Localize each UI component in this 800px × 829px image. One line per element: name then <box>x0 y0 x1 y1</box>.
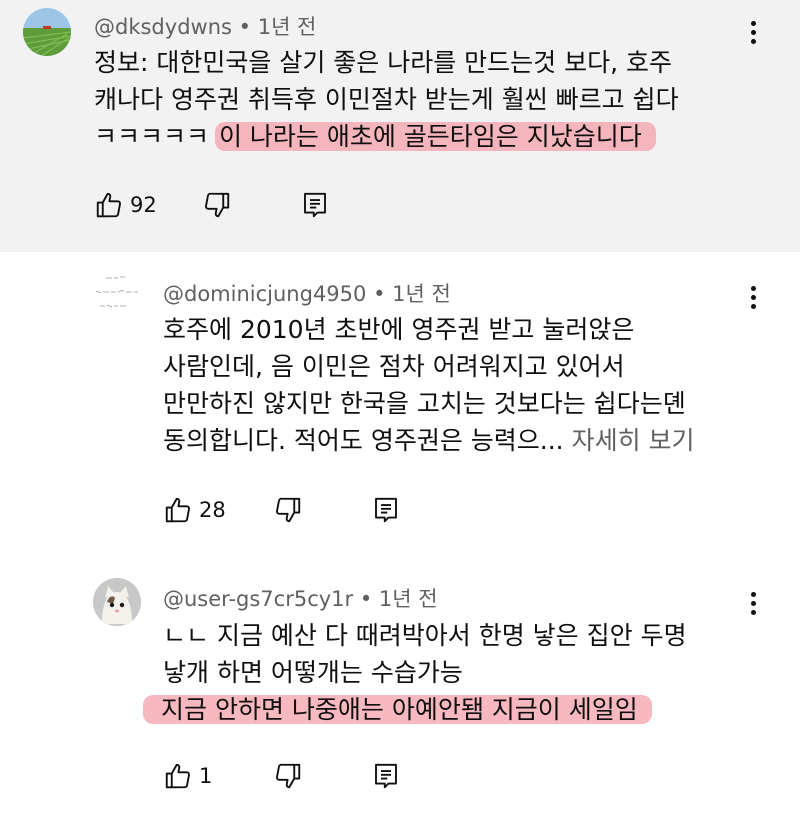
comment-text-line: 정보: 대한민국을 살기 좋은 나라를 만드는것 보다, 호주 <box>94 48 672 77</box>
comment-author[interactable]: @user-gs7cr5cy1r • 1년 전 <box>163 583 438 613</box>
comment-text-line: 캐나다 영주권 취득후 이민절차 받는게 훨씬 빠르고 쉽다 <box>94 85 679 114</box>
thumbs-up-icon <box>165 497 190 523</box>
dislike-button[interactable] <box>273 759 303 793</box>
thumbs-up-icon <box>165 763 190 789</box>
like-button[interactable]: 1 <box>163 759 212 793</box>
like-count: 1 <box>199 764 213 788</box>
comment-text-line: ㄴㄴ 지금 예산 다 때려박아서 한명 낳은 집안 두명 <box>163 621 687 650</box>
dislike-button[interactable] <box>202 188 232 222</box>
comment-menu-button[interactable] <box>749 592 757 616</box>
comment-text-line: 만만하진 않지만 한국을 고치는 것보다는 쉽다는뎬 <box>163 389 686 418</box>
comment-text: 호주에 2010년 초반에 영주권 받고 눌러앉은 사람인데, 음 이민은 점차… <box>163 311 695 459</box>
comment-time: • 1년 전 <box>359 587 438 611</box>
author-handle[interactable]: @dominicjung4950 <box>163 282 366 306</box>
avatar[interactable] <box>23 8 71 56</box>
read-more-link[interactable]: 자세히 보기 <box>572 426 695 455</box>
comment-text: ㄴㄴ 지금 예산 다 때려박아서 한명 낳은 집안 두명 낳개 하면 어떻개는 … <box>143 617 687 728</box>
comment-author[interactable]: @dominicjung4950 • 1년 전 <box>163 278 451 308</box>
comment-text-line: 동의합니다. 적어도 영주권은 능력으... <box>163 426 564 455</box>
comment-text: 정보: 대한민국을 살기 좋은 나라를 만드는것 보다, 호주 캐나다 영주권 … <box>94 44 679 155</box>
comment-menu-button[interactable] <box>749 21 757 45</box>
avatar[interactable] <box>92 270 142 320</box>
author-handle[interactable]: @user-gs7cr5cy1r <box>163 587 353 611</box>
comment-text-line: 낳개 하면 어떻개는 수습가능 <box>163 658 463 687</box>
comment-time: • 1년 전 <box>373 282 451 306</box>
reply-button[interactable] <box>371 493 401 527</box>
like-button[interactable]: 92 <box>94 188 157 222</box>
comment-text-line: 호주에 2010년 초반에 영주권 받고 눌러앉은 <box>163 315 635 344</box>
like-button[interactable]: 28 <box>163 493 226 527</box>
reply-item: @dominicjung4950 • 1년 전 호주에 2010년 초반에 영주… <box>0 252 800 552</box>
thumbs-down-icon <box>276 497 301 523</box>
comment-text-line: 사람인데, 음 이민은 점차 어려워지고 있어서 <box>163 352 625 381</box>
math-formula-icon <box>95 276 138 308</box>
comment-item: @dksdydwns • 1년 전 정보: 대한민국을 살기 좋은 나라를 만드… <box>0 0 800 252</box>
reply-comment-icon <box>375 497 397 523</box>
comment-actions: 28 <box>163 493 463 527</box>
thumbs-up-icon <box>96 192 121 218</box>
comment-actions: 1 <box>163 759 463 793</box>
like-count: 92 <box>130 193 157 217</box>
thumbs-down-icon <box>205 192 230 218</box>
reply-item: @user-gs7cr5cy1r • 1년 전 ㄴㄴ 지금 예산 다 때려박아서… <box>0 560 800 829</box>
cat-avatar-icon <box>93 578 141 626</box>
comment-text-line: ㅋㅋㅋㅋㅋ <box>94 122 210 151</box>
comment-menu-button[interactable] <box>749 286 757 310</box>
comment-actions: 92 <box>94 188 394 222</box>
thumbs-down-icon <box>276 763 301 789</box>
like-count: 28 <box>199 498 226 522</box>
highlighted-text: 지금 안하면 나중애는 아예안됌 지금이 세일임 <box>143 695 652 724</box>
highlighted-text: 이 나라는 애초에 골든타임은 지났습니다 <box>214 122 656 151</box>
comment-author[interactable]: @dksdydwns • 1년 전 <box>94 11 316 41</box>
reply-button[interactable] <box>300 188 330 222</box>
reply-comment-icon <box>375 763 397 789</box>
dislike-button[interactable] <box>273 493 303 527</box>
field-landscape-icon <box>23 8 71 56</box>
comment-time: • 1년 전 <box>238 15 317 39</box>
reply-comment-icon <box>304 192 326 218</box>
author-handle[interactable]: @dksdydwns <box>94 15 232 39</box>
reply-button[interactable] <box>371 759 401 793</box>
avatar[interactable] <box>93 578 141 626</box>
